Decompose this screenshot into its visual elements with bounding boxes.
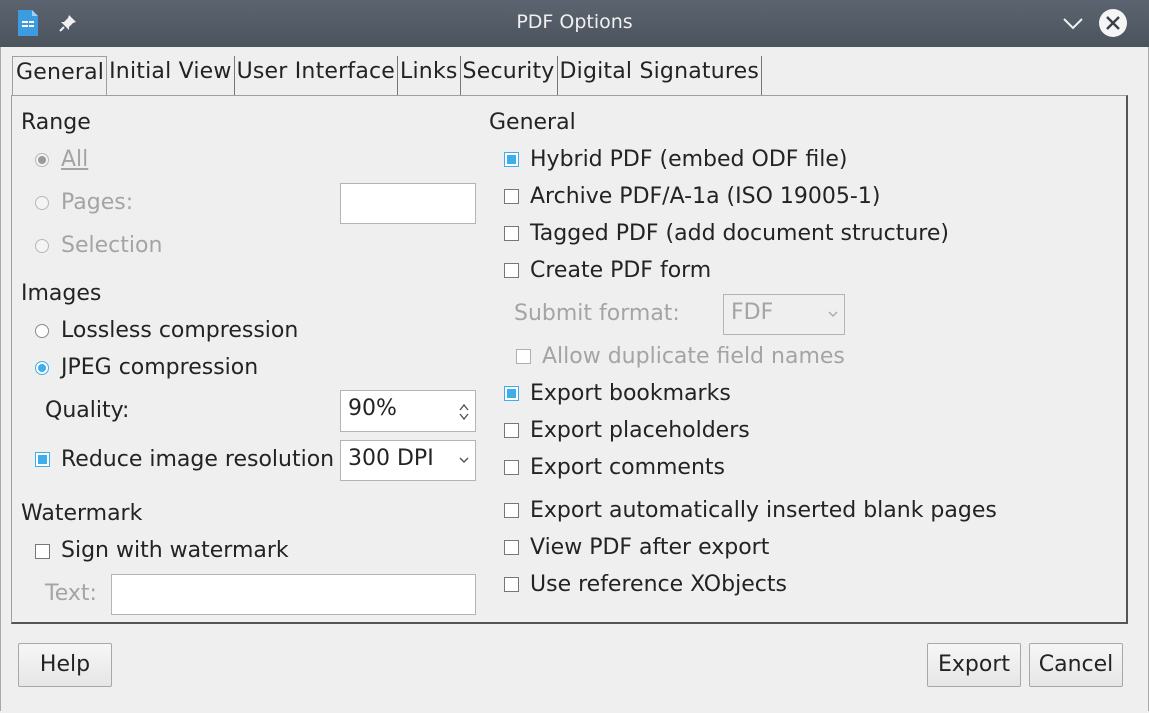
export-blank-pages-label: Export automatically inserted blank page… [530, 498, 997, 523]
range-pages-radio[interactable] [35, 196, 49, 210]
watermark-text-input[interactable] [111, 574, 476, 615]
export-comments-checkbox[interactable] [504, 460, 519, 475]
submit-format-value: FDF [731, 300, 774, 325]
hybrid-pdf-label: Hybrid PDF (embed ODF file) [530, 147, 848, 172]
sign-watermark-checkbox[interactable] [35, 544, 50, 559]
range-all-label: All [61, 147, 89, 172]
help-button[interactable]: Help [18, 643, 112, 687]
tab-links[interactable]: Links [398, 56, 461, 95]
create-pdf-form-label: Create PDF form [530, 258, 712, 283]
view-pdf-after-export-label: View PDF after export [530, 535, 770, 560]
range-pages-label: Pages: [61, 190, 134, 215]
tagged-pdf-checkbox[interactable] [504, 226, 519, 241]
quality-spinbox[interactable]: 90% [340, 390, 476, 432]
submit-format-label: Submit format: [514, 301, 680, 326]
create-pdf-form-checkbox[interactable] [504, 263, 519, 278]
export-blank-pages-checkbox[interactable] [504, 503, 519, 518]
spin-updown-icon[interactable] [459, 403, 469, 421]
quality-value: 90% [348, 396, 397, 421]
allow-duplicate-names-label: Allow duplicate field names [542, 344, 845, 369]
range-selection-label: Selection [61, 233, 163, 258]
title-bar: PDF Options [0, 0, 1149, 47]
archive-pdfa-label: Archive PDF/A-1a (ISO 19005-1) [530, 184, 881, 209]
lossless-compression-label: Lossless compression [61, 318, 299, 343]
range-heading: Range [21, 110, 91, 135]
pages-input[interactable] [340, 183, 476, 224]
tab-security[interactable]: Security [461, 56, 558, 95]
tab-general[interactable]: General [12, 56, 108, 98]
cancel-button[interactable]: Cancel [1029, 643, 1123, 687]
quality-label: Quality: [45, 398, 130, 423]
export-bookmarks-checkbox[interactable] [504, 386, 519, 401]
submit-format-dropdown[interactable]: FDF [723, 294, 845, 335]
export-placeholders-checkbox[interactable] [504, 423, 519, 438]
export-comments-label: Export comments [530, 455, 725, 480]
archive-pdfa-checkbox[interactable] [504, 189, 519, 204]
images-heading: Images [21, 281, 102, 306]
general-heading: General [489, 110, 576, 135]
tab-user-interface[interactable]: User Interface [235, 56, 399, 95]
tab-initial-view[interactable]: Initial View [107, 56, 235, 95]
reduce-resolution-label: Reduce image resolution [61, 447, 335, 472]
hybrid-pdf-checkbox[interactable] [504, 152, 519, 167]
use-reference-xobjects-label: Use reference XObjects [530, 572, 787, 597]
window-title: PDF Options [516, 11, 633, 33]
export-placeholders-label: Export placeholders [530, 418, 750, 443]
reduce-resolution-checkbox[interactable] [35, 452, 50, 467]
watermark-text-label: Text: [45, 581, 97, 606]
resolution-value: 300 DPI [348, 446, 434, 471]
jpeg-compression-radio[interactable] [35, 361, 49, 375]
use-reference-xobjects-checkbox[interactable] [504, 577, 519, 592]
allow-duplicate-names-checkbox[interactable] [516, 349, 531, 364]
range-selection-radio[interactable] [35, 239, 49, 253]
jpeg-compression-label: JPEG compression [61, 355, 259, 380]
chevron-down-icon [459, 457, 469, 463]
chevron-down-icon [828, 311, 838, 317]
tagged-pdf-label: Tagged PDF (add document structure) [530, 221, 949, 246]
export-bookmarks-label: Export bookmarks [530, 381, 731, 406]
export-button[interactable]: Export [927, 643, 1021, 687]
sign-watermark-label: Sign with watermark [61, 538, 289, 563]
watermark-heading: Watermark [21, 501, 143, 526]
view-pdf-after-export-checkbox[interactable] [504, 540, 519, 555]
resolution-dropdown[interactable]: 300 DPI [340, 440, 476, 481]
tab-digital-signatures[interactable]: Digital Signatures [558, 56, 763, 95]
tab-bar: General Initial View User Interface Link… [12, 56, 763, 98]
range-all-radio[interactable] [35, 153, 49, 167]
lossless-compression-radio[interactable] [35, 324, 49, 338]
close-icon[interactable] [1098, 8, 1128, 38]
minimize-chevron-icon[interactable] [1062, 14, 1084, 32]
